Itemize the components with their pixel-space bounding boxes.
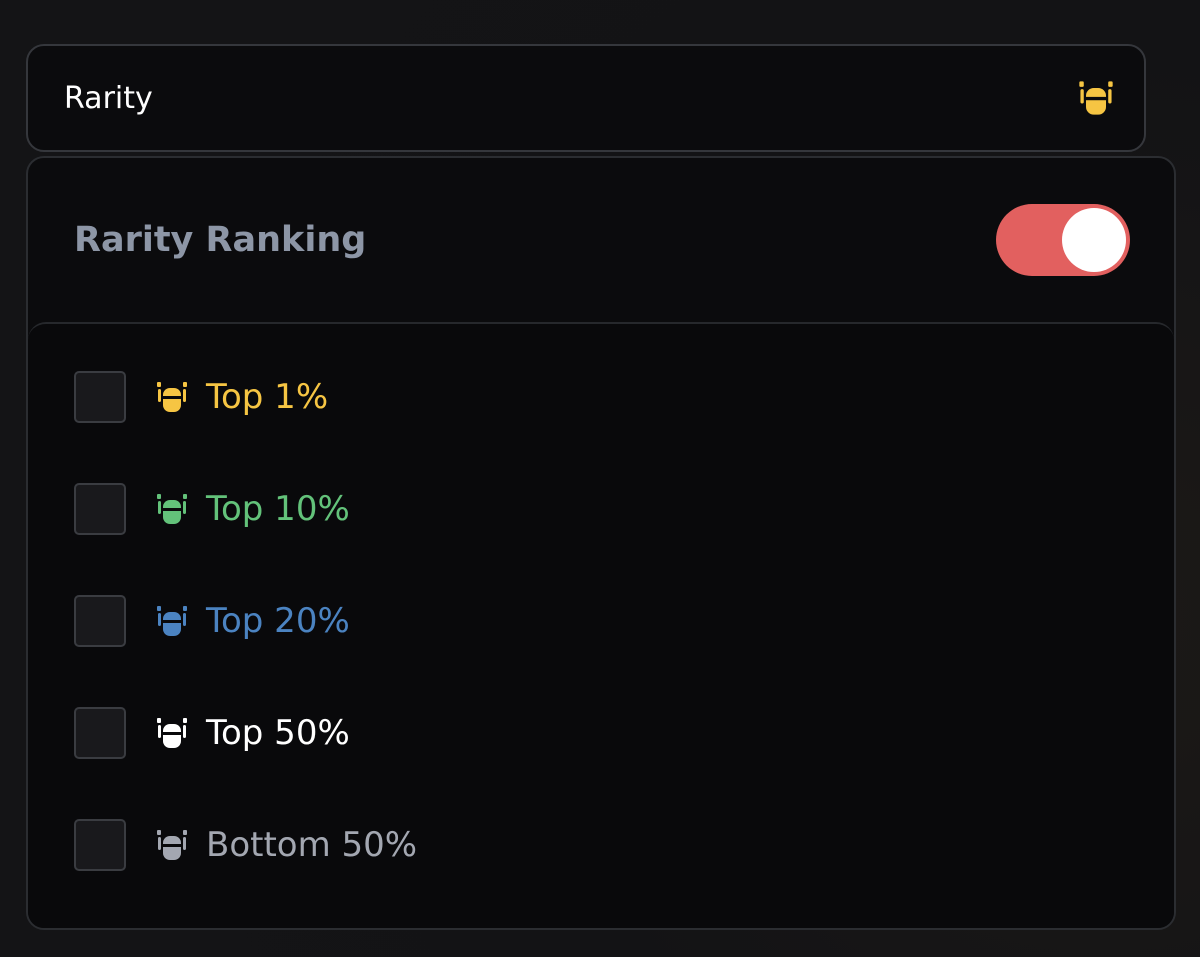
robot-head-icon bbox=[154, 715, 190, 751]
rarity-option-top-50[interactable]: Top 50% bbox=[74, 704, 350, 762]
rarity-option-top-1[interactable]: Top 1% bbox=[74, 368, 328, 426]
robot-head-icon bbox=[1076, 78, 1116, 118]
rarity-ranking-row: Rarity Ranking bbox=[28, 158, 1174, 322]
checkbox[interactable] bbox=[74, 483, 126, 535]
checkbox[interactable] bbox=[74, 595, 126, 647]
rarity-filter-header[interactable]: Rarity bbox=[26, 44, 1146, 152]
rarity-ranking-title: Rarity Ranking bbox=[74, 220, 367, 260]
rarity-ranking-toggle[interactable] bbox=[996, 204, 1130, 276]
rarity-option-label: Top 10% bbox=[206, 489, 350, 529]
rarity-option-top-10[interactable]: Top 10% bbox=[74, 480, 350, 538]
rarity-option-top-20[interactable]: Top 20% bbox=[74, 592, 350, 650]
rarity-option-bottom-50[interactable]: Bottom 50% bbox=[74, 816, 417, 874]
rarity-option-label: Top 1% bbox=[206, 377, 329, 417]
toggle-knob bbox=[1062, 208, 1126, 272]
rarity-options-list: Top 1% Top 10% Top 20% Top 50% Bottom 50… bbox=[28, 322, 1174, 928]
rarity-option-label: Top 20% bbox=[206, 601, 350, 641]
rarity-option-label: Top 50% bbox=[206, 713, 350, 753]
robot-head-icon bbox=[154, 491, 190, 527]
checkbox[interactable] bbox=[74, 707, 126, 759]
checkbox[interactable] bbox=[74, 371, 126, 423]
rarity-title: Rarity bbox=[64, 80, 153, 116]
robot-head-icon bbox=[154, 603, 190, 639]
rarity-option-label: Bottom 50% bbox=[206, 825, 418, 865]
robot-head-icon bbox=[154, 379, 190, 415]
rarity-ranking-panel: Rarity Ranking Top 1% Top 10% Top 20% To… bbox=[26, 156, 1176, 930]
robot-head-icon bbox=[154, 827, 190, 863]
checkbox[interactable] bbox=[74, 819, 126, 871]
rarity-filter-page: Rarity Rarity Ranking Top 1% Top 10% Top… bbox=[0, 0, 1200, 957]
